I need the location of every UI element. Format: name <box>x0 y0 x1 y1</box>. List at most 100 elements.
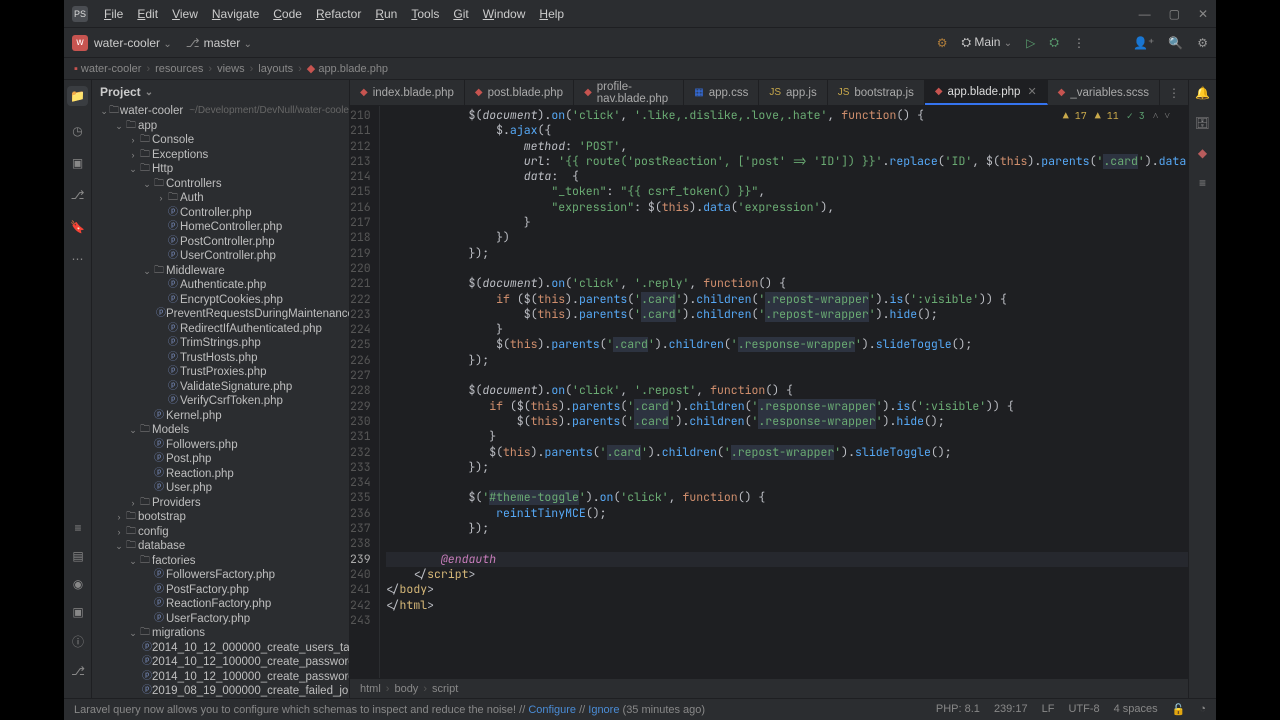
tabs-more-icon[interactable]: ⋮ <box>1160 80 1188 105</box>
editor-tab[interactable]: ◆post.blade.php <box>465 80 574 105</box>
code-breadcrumbs[interactable]: html›body›script <box>350 678 1188 698</box>
tree-file[interactable]: ⓟReaction.php <box>92 467 349 482</box>
editor-tab[interactable]: JSbootstrap.js <box>828 80 925 105</box>
readonly-icon[interactable]: 🔓 <box>1172 703 1186 716</box>
todo-icon[interactable]: ≡ <box>74 521 81 535</box>
notifications-icon[interactable]: 🔔 <box>1195 86 1210 100</box>
code-crumb[interactable]: script <box>432 683 458 695</box>
close-icon[interactable]: ✕ <box>1198 7 1208 21</box>
commit-tool-icon[interactable]: ◷ <box>72 124 82 138</box>
problems-icon[interactable]: ▣ <box>72 605 83 619</box>
tree-file[interactable]: ⓟ2014_10_12_100000_create_password_rese <box>92 670 349 685</box>
window-controls[interactable]: — ▢ ✕ <box>1139 7 1208 21</box>
services-icon[interactable]: ◉ <box>73 577 83 591</box>
tree-file[interactable]: ⓟ2014_10_12_000000_create_users_table.ph <box>92 641 349 656</box>
menu-refactor[interactable]: Refactor <box>310 3 367 25</box>
more-actions-icon[interactable]: ⋮ <box>1073 36 1085 50</box>
debug-icon[interactable]: ⚙ <box>937 36 948 50</box>
status-indent[interactable]: 4 spaces <box>1114 703 1158 716</box>
tree-folder[interactable]: ›🗀bootstrap <box>92 510 349 525</box>
tree-file[interactable]: ⓟUser.php <box>92 481 349 496</box>
tree-file[interactable]: ⓟPreventRequestsDuringMaintenance.ph <box>92 307 349 322</box>
tree-file[interactable]: ⓟTrustProxies.php <box>92 365 349 380</box>
tree-folder[interactable]: ⌄🗀database <box>92 539 349 554</box>
tree-file[interactable]: ⓟReactionFactory.php <box>92 597 349 612</box>
expand-indicators-icon[interactable]: ˄ ˅ <box>1153 109 1170 122</box>
panel-header[interactable]: Project⌄ <box>92 80 349 104</box>
status-php[interactable]: PHP: 8.1 <box>936 703 980 716</box>
tree-file[interactable]: ⓟPostFactory.php <box>92 583 349 598</box>
tree-folder[interactable]: ›🗀Exceptions <box>92 148 349 163</box>
menu-git[interactable]: Git <box>447 3 474 25</box>
tree-file[interactable]: ⓟTrustHosts.php <box>92 351 349 366</box>
info-icon[interactable]: ⓘ <box>72 633 84 650</box>
tree-folder[interactable]: ⌄🗀Controllers <box>92 177 349 192</box>
tree-file[interactable]: ⓟFollowersFactory.php <box>92 568 349 583</box>
breadcrumb-item[interactable]: resources <box>155 63 203 75</box>
breadcrumb-item[interactable]: views <box>217 63 245 75</box>
menu-navigate[interactable]: Navigate <box>206 3 265 25</box>
terminal-icon[interactable]: ▤ <box>72 549 83 563</box>
breadcrumb-item[interactable]: ▪water-cooler <box>74 63 141 75</box>
run-config-selector[interactable]: ⛭ Main ⌄ <box>961 35 1012 50</box>
ok-icon[interactable]: ✓ 3 <box>1127 109 1145 122</box>
menu-run[interactable]: Run <box>369 3 403 25</box>
tree-folder[interactable]: ›🗀Providers <box>92 496 349 511</box>
tree-file[interactable]: ⓟTrimStrings.php <box>92 336 349 351</box>
warning-icon[interactable]: ▲ 17 <box>1063 109 1087 122</box>
structure-tool-icon[interactable]: ▣ <box>72 156 83 170</box>
tree-file[interactable]: ⓟFollowers.php <box>92 438 349 453</box>
tree-folder[interactable]: ›🗀Auth <box>92 191 349 206</box>
status-configure-link[interactable]: Configure <box>528 704 576 716</box>
minimize-icon[interactable]: — <box>1139 7 1151 21</box>
right-toolwindow-strip[interactable]: 🔔 🗄 ◆ ≡ <box>1188 80 1216 698</box>
ai-tool-icon[interactable]: ◆ <box>1198 146 1207 160</box>
search-icon[interactable]: 🔍 <box>1168 36 1183 50</box>
tree-file[interactable]: ⓟUserController.php <box>92 249 349 264</box>
code-with-me-icon[interactable]: 👤⁺ <box>1133 36 1154 50</box>
git-icon[interactable]: ⎇ <box>71 664 85 678</box>
stripe-marks-icon[interactable]: ≡ <box>1199 176 1206 190</box>
tree-file[interactable]: ⓟPost.php <box>92 452 349 467</box>
tree-file[interactable]: ⓟValidateSignature.php <box>92 380 349 395</box>
menu-help[interactable]: Help <box>533 3 570 25</box>
status-ignore-link[interactable]: Ignore <box>588 704 619 716</box>
tree-file[interactable]: ⓟHomeController.php <box>92 220 349 235</box>
vcs-tool-icon[interactable]: ⎇ <box>71 188 85 202</box>
status-encoding[interactable]: UTF-8 <box>1068 703 1099 716</box>
editor-tab[interactable]: ◆index.blade.php <box>350 80 465 105</box>
code-crumb[interactable]: html <box>360 683 381 695</box>
project-selector[interactable]: water-cooler ⌄ <box>94 36 172 50</box>
inspection-indicators[interactable]: ▲ 17 ▲ 11 ✓ 3 ˄ ˅ <box>1063 109 1170 122</box>
tree-file[interactable]: ⓟ2014_10_12_100000_create_password_rese <box>92 655 349 670</box>
tree-file[interactable]: ⓟRedirectIfAuthenticated.php <box>92 322 349 337</box>
tree-folder[interactable]: ⌄🗀app <box>92 119 349 134</box>
menu-view[interactable]: View <box>166 3 204 25</box>
editor-tab[interactable]: ◆profile-nav.blade.php <box>574 80 684 105</box>
editor-tab[interactable]: ◆app.blade.php✕ <box>925 80 1048 105</box>
menu-window[interactable]: Window <box>477 3 532 25</box>
settings-icon[interactable]: ⚙ <box>1197 36 1208 50</box>
run-settings-icon[interactable]: ⛭ <box>1049 35 1059 50</box>
editor-tab[interactable]: JSapp.js <box>759 80 827 105</box>
more-tools-icon[interactable]: ⋯ <box>72 252 84 266</box>
breadcrumb-item[interactable]: ◆ app.blade.php <box>307 62 388 75</box>
menu-file[interactable]: File <box>98 3 129 25</box>
tree-file[interactable]: ⓟVerifyCsrfToken.php <box>92 394 349 409</box>
tree-file[interactable]: ⓟEncryptCookies.php <box>92 293 349 308</box>
navigation-bar[interactable]: ▪water-cooler›resources›views›layouts›◆ … <box>64 58 1216 80</box>
code-crumb[interactable]: body <box>394 683 418 695</box>
database-tool-icon[interactable]: 🗄 <box>1195 116 1210 130</box>
branch-selector[interactable]: master ⌄ <box>204 36 252 50</box>
menu-code[interactable]: Code <box>267 3 308 25</box>
editor-tabs[interactable]: ◆index.blade.php◆post.blade.php◆profile-… <box>350 80 1188 106</box>
breadcrumb-item[interactable]: layouts <box>258 63 293 75</box>
project-tree[interactable]: ⌄🗀water-cooler~/Development/DevNull/wate… <box>92 104 349 698</box>
menu-tools[interactable]: Tools <box>405 3 445 25</box>
tree-folder[interactable]: ⌄🗀factories <box>92 554 349 569</box>
memory-indicator-icon[interactable]: ◔ <box>1199 703 1206 716</box>
run-button[interactable]: ▷ <box>1026 36 1035 50</box>
status-position[interactable]: 239:17 <box>994 703 1028 716</box>
code-content[interactable]: $(document).on('click', '.like,.dislike,… <box>380 106 1188 678</box>
editor[interactable]: ▲ 17 ▲ 11 ✓ 3 ˄ ˅ 2102112122132142152162… <box>350 106 1188 678</box>
